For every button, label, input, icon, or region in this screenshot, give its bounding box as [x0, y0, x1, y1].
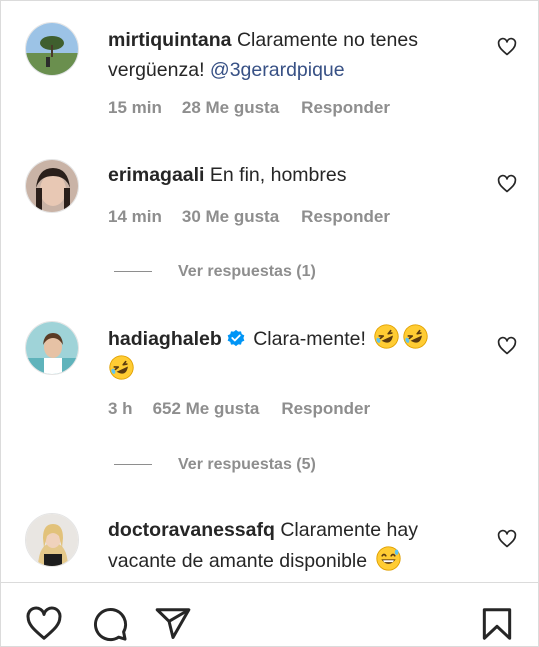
- comment-meta: 14 min 30 Me gusta Responder: [108, 207, 412, 227]
- comments-list: mirtiquintana Claramente no tenes vergüe…: [1, 1, 538, 581]
- mention-link[interactable]: @3gerardpique: [210, 59, 345, 81]
- replies-divider: [114, 464, 152, 466]
- reply-button[interactable]: Responder: [301, 207, 390, 226]
- comment-time[interactable]: 14 min: [108, 207, 162, 226]
- comment-meta: 15 min 28 Me gusta Responder: [108, 98, 412, 118]
- heart-icon[interactable]: [497, 336, 517, 356]
- comment-time[interactable]: 3 h: [108, 399, 133, 418]
- comment-username[interactable]: mirtiquintana: [108, 29, 232, 51]
- heart-icon[interactable]: [25, 605, 63, 643]
- bookmark-icon[interactable]: [478, 605, 516, 643]
- heart-icon[interactable]: [497, 174, 517, 194]
- comment-likes[interactable]: 652 Me gusta: [153, 399, 260, 418]
- comment-time[interactable]: 15 min: [108, 98, 162, 117]
- comment-username[interactable]: erimagaali: [108, 164, 204, 186]
- reply-button[interactable]: Responder: [301, 98, 390, 117]
- send-icon[interactable]: [154, 605, 192, 643]
- comment-text: hadiaghaleb Clara-mente!: [108, 323, 483, 385]
- reply-button[interactable]: Responder: [281, 399, 370, 418]
- comment-text: doctoravanessafq Claramente hay vacante …: [108, 515, 483, 576]
- comment-body: Clara-mente!: [253, 328, 366, 350]
- avatar[interactable]: [25, 513, 79, 567]
- rolling-on-floor-laughing-emoji: [374, 324, 399, 349]
- comment-likes[interactable]: 30 Me gusta: [182, 207, 279, 226]
- comments-panel: mirtiquintana Claramente no tenes vergüe…: [0, 0, 539, 647]
- comment-likes[interactable]: 28 Me gusta: [182, 98, 279, 117]
- comment-text: mirtiquintana Claramente no tenes vergüe…: [108, 25, 483, 85]
- rolling-on-floor-laughing-emoji: [403, 324, 428, 349]
- action-bar-divider: [1, 582, 538, 583]
- avatar[interactable]: [25, 159, 79, 213]
- heart-icon[interactable]: [497, 37, 517, 57]
- heart-icon[interactable]: [497, 529, 517, 549]
- comment-username[interactable]: doctoravanessafq: [108, 519, 275, 541]
- avatar[interactable]: [25, 321, 79, 375]
- rolling-on-floor-laughing-emoji: [109, 355, 134, 380]
- comment-text: erimagaali En fin, hombres: [108, 160, 483, 190]
- view-replies-button[interactable]: Ver respuestas (1): [114, 263, 316, 281]
- verified-badge-icon: [227, 329, 245, 347]
- view-replies-label[interactable]: Ver respuestas (1): [178, 263, 316, 280]
- avatar[interactable]: [25, 22, 79, 76]
- comment-body: En fin, hombres: [209, 164, 347, 186]
- comment-icon[interactable]: [91, 605, 129, 643]
- view-replies-label[interactable]: Ver respuestas (5): [178, 456, 316, 473]
- comment-meta: 3 h 652 Me gusta Responder: [108, 399, 392, 419]
- comment-username[interactable]: hadiaghaleb: [108, 328, 222, 350]
- view-replies-button[interactable]: Ver respuestas (5): [114, 456, 316, 474]
- replies-divider: [114, 271, 152, 273]
- grinning-sweat-emoji: [375, 546, 401, 571]
